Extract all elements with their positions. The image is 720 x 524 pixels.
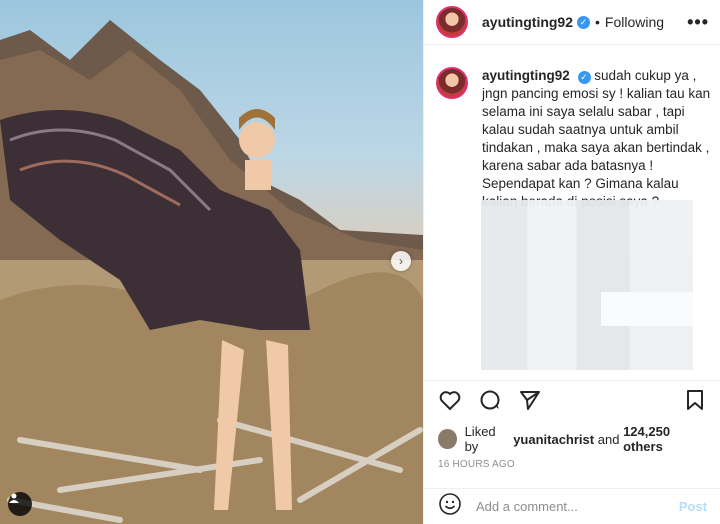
- avatar[interactable]: [436, 6, 468, 38]
- blurred-comments: [481, 200, 693, 370]
- user-tag-icon[interactable]: [8, 492, 32, 516]
- verified-icon: ✓: [577, 70, 591, 84]
- post-header: ayutingting92 ✓ • Following •••: [424, 0, 720, 45]
- verified-icon: ✓: [577, 15, 591, 29]
- bookmark-icon[interactable]: [683, 388, 707, 418]
- liker-link[interactable]: yuanitachrist: [513, 432, 594, 447]
- username-link[interactable]: ayutingting92: [482, 14, 573, 30]
- likes-prefix: Liked by: [464, 424, 496, 454]
- emoji-icon[interactable]: [438, 492, 462, 522]
- following-button[interactable]: Following: [605, 14, 664, 30]
- likes-count-link[interactable]: 124,250 others: [623, 424, 707, 454]
- action-icons: [424, 381, 720, 425]
- share-icon[interactable]: [518, 388, 542, 418]
- comment-input[interactable]: Add a comment...: [476, 499, 679, 514]
- post-comment-button[interactable]: Post: [679, 499, 707, 514]
- heart-icon[interactable]: [438, 388, 462, 418]
- likes-summary: Liked by yuanitachrist and 124,250 other…: [424, 424, 720, 454]
- post-timestamp[interactable]: 16 HOURS AGO: [424, 453, 720, 470]
- likes-and: and: [597, 431, 620, 447]
- more-options-icon[interactable]: •••: [687, 12, 709, 33]
- caption-avatar[interactable]: [436, 67, 468, 99]
- post-panel: ayutingting92 ✓ • Following ••• ayutingt…: [423, 0, 720, 524]
- post-actions: Liked by yuanitachrist and 124,250 other…: [424, 380, 720, 470]
- chevron-right-icon[interactable]: ›: [391, 251, 411, 271]
- liker-avatar[interactable]: [438, 429, 457, 449]
- comment-bar: Add a comment... Post: [424, 488, 720, 524]
- caption-username[interactable]: ayutingting92: [482, 68, 570, 83]
- comment-icon[interactable]: [478, 388, 502, 418]
- photo-illustration: [0, 20, 423, 524]
- post-photo[interactable]: ›: [0, 0, 423, 524]
- separator-dot: •: [595, 14, 600, 30]
- caption-body: sudah cukup ya , jngn pancing emosi sy !…: [482, 68, 711, 209]
